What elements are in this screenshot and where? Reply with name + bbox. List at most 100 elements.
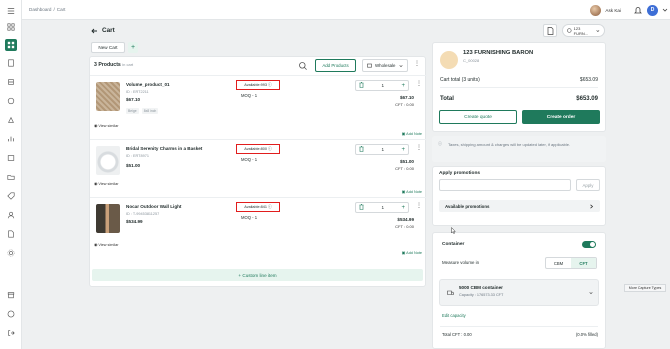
trash-icon[interactable] bbox=[359, 203, 364, 212]
promo-code-input[interactable] bbox=[439, 179, 571, 191]
capture-types-tooltip[interactable]: More Capture Types bbox=[624, 284, 666, 292]
top-bar: Dashboard / Cart Ask Kai D bbox=[22, 0, 670, 20]
unit-cft[interactable]: CFT bbox=[571, 258, 596, 268]
cart-nav-icon[interactable] bbox=[5, 39, 17, 51]
edit-capacity-link[interactable]: Edit capacity bbox=[442, 313, 466, 318]
create-order-button[interactable]: Create order bbox=[522, 110, 600, 124]
sidebar bbox=[0, 0, 22, 349]
catalog-icon[interactable] bbox=[5, 76, 17, 88]
eye-icon: ◉ bbox=[94, 243, 98, 247]
quantity-value[interactable]: 1 bbox=[381, 147, 384, 152]
store-name[interactable]: 123 FURNISHING BARON bbox=[463, 50, 533, 56]
add-products-button[interactable]: Add Products bbox=[315, 59, 356, 72]
row-total: $51.00 bbox=[399, 159, 414, 164]
profile-badge[interactable]: D bbox=[647, 4, 658, 16]
search-icon[interactable] bbox=[298, 61, 308, 71]
arrow-left-icon bbox=[91, 28, 97, 33]
breadcrumb-cart: Cart bbox=[56, 7, 66, 12]
help-icon[interactable] bbox=[5, 308, 17, 320]
promotions-title: Apply promotions bbox=[439, 171, 481, 176]
quantity-value[interactable]: 1 bbox=[381, 83, 384, 88]
product-image[interactable] bbox=[96, 146, 120, 175]
row-options-icon[interactable]: ⋮ bbox=[416, 80, 422, 87]
info-icon: ⓘ bbox=[267, 146, 272, 151]
plus-icon[interactable]: + bbox=[401, 83, 405, 89]
view-similar-link[interactable]: ◉ View similar bbox=[94, 181, 119, 187]
cart-item-row: Bridal Serenity Charms in a Basket ID : … bbox=[90, 139, 427, 197]
chevron-right-icon bbox=[590, 203, 594, 209]
store-selector[interactable]: 123 FURN... bbox=[562, 24, 605, 37]
unit-cbm[interactable]: CBM bbox=[546, 258, 571, 268]
unit-segment: CBM CFT bbox=[545, 257, 597, 269]
chevron-down-icon bbox=[596, 29, 600, 32]
container-select[interactable]: 5000 CBM container Capacity : 176573.33 … bbox=[439, 279, 599, 306]
quantity-value[interactable]: 1 bbox=[381, 205, 384, 210]
moq-label: MOQ - 1 bbox=[241, 157, 258, 162]
quantity-stepper[interactable]: 1 + bbox=[355, 202, 409, 213]
inventory-icon[interactable] bbox=[5, 152, 17, 164]
tax-info-note: ⓘ Taxes, shipping amount & charges will … bbox=[432, 136, 606, 162]
custom-line-item-button[interactable]: + Custom line item bbox=[92, 269, 423, 281]
cart-count: 3 Products in cart bbox=[94, 62, 134, 68]
note-icon: ▣ bbox=[401, 251, 406, 255]
users-icon[interactable] bbox=[5, 209, 17, 221]
document-icon bbox=[547, 26, 553, 35]
product-image[interactable] bbox=[96, 82, 120, 111]
avatar[interactable] bbox=[590, 4, 602, 16]
reports-icon[interactable] bbox=[5, 133, 17, 145]
row-total: $67.10 bbox=[399, 95, 414, 100]
available-promotions-link[interactable]: Available promotions bbox=[439, 200, 600, 212]
variant-chip: 8x8 inch bbox=[141, 108, 159, 114]
dashboard-icon[interactable] bbox=[5, 21, 17, 33]
quantity-stepper[interactable]: 1 + bbox=[355, 144, 409, 155]
variant-chips: Beige 8x8 inch bbox=[126, 108, 159, 114]
measure-label: Measure volume in bbox=[442, 260, 480, 265]
customers-icon[interactable] bbox=[5, 114, 17, 126]
info-icon: ⓘ bbox=[267, 204, 272, 209]
add-note-link[interactable]: ▣ Add Note bbox=[402, 131, 422, 137]
chevron-down-icon[interactable] bbox=[662, 7, 668, 13]
create-quote-button[interactable]: Create quote bbox=[439, 110, 517, 124]
menu-icon[interactable] bbox=[5, 5, 17, 17]
tab-new-cart[interactable]: New Cart bbox=[91, 42, 125, 53]
back-button[interactable]: Cart bbox=[91, 27, 115, 34]
chevron-down-icon bbox=[398, 64, 403, 67]
products-icon[interactable] bbox=[5, 95, 17, 107]
add-note-link[interactable]: ▣ Add Note bbox=[402, 189, 422, 195]
add-note-link[interactable]: ▣ Add Note bbox=[401, 250, 422, 256]
bell-icon[interactable] bbox=[633, 5, 643, 15]
settings-icon[interactable] bbox=[5, 247, 17, 259]
row-options-icon[interactable]: ⋮ bbox=[416, 144, 422, 151]
apply-promo-button[interactable]: Apply bbox=[576, 179, 600, 191]
trash-icon[interactable] bbox=[359, 145, 364, 154]
row-options-icon[interactable]: ⋮ bbox=[416, 202, 422, 209]
trash-icon[interactable] bbox=[359, 81, 364, 90]
product-name[interactable]: Nocar Outdoor Wall Light bbox=[126, 204, 181, 209]
archive-icon[interactable] bbox=[5, 289, 17, 301]
more-options-icon[interactable]: ⋮ bbox=[414, 60, 420, 67]
store-icon bbox=[367, 63, 372, 68]
orders-icon[interactable] bbox=[5, 57, 17, 69]
cart-item-row: Volume_product_01 ID : ERT2211 $67.10 Be… bbox=[90, 75, 427, 139]
quantity-stepper[interactable]: 1 + bbox=[355, 80, 409, 91]
logout-icon[interactable] bbox=[5, 327, 17, 339]
view-similar-link[interactable]: ◉ View similar bbox=[94, 242, 119, 248]
breadcrumb-dashboard[interactable]: Dashboard bbox=[29, 7, 51, 12]
folder-icon[interactable] bbox=[5, 171, 17, 183]
plus-icon[interactable]: + bbox=[401, 205, 405, 211]
store-icon bbox=[567, 28, 572, 33]
container-toggle[interactable] bbox=[582, 241, 596, 248]
view-similar-link[interactable]: ◉ View similar bbox=[94, 123, 119, 129]
product-name[interactable]: Bridal Serenity Charms in a Basket bbox=[126, 146, 202, 151]
document-icon[interactable] bbox=[5, 228, 17, 240]
product-name[interactable]: Volume_product_01 bbox=[126, 82, 170, 87]
plus-icon[interactable]: + bbox=[401, 147, 405, 153]
add-tab-button[interactable]: + bbox=[128, 42, 138, 53]
moq-label: MOQ - 1 bbox=[241, 215, 258, 220]
product-image[interactable] bbox=[96, 204, 120, 233]
price-list-select[interactable]: Wholesale bbox=[362, 59, 408, 72]
user-name[interactable]: Ask Kai bbox=[605, 8, 621, 13]
document-button[interactable] bbox=[543, 24, 557, 37]
cart-panel: 3 Products in cart Add Products Wholesal… bbox=[89, 56, 427, 287]
tag-icon[interactable] bbox=[5, 190, 17, 202]
